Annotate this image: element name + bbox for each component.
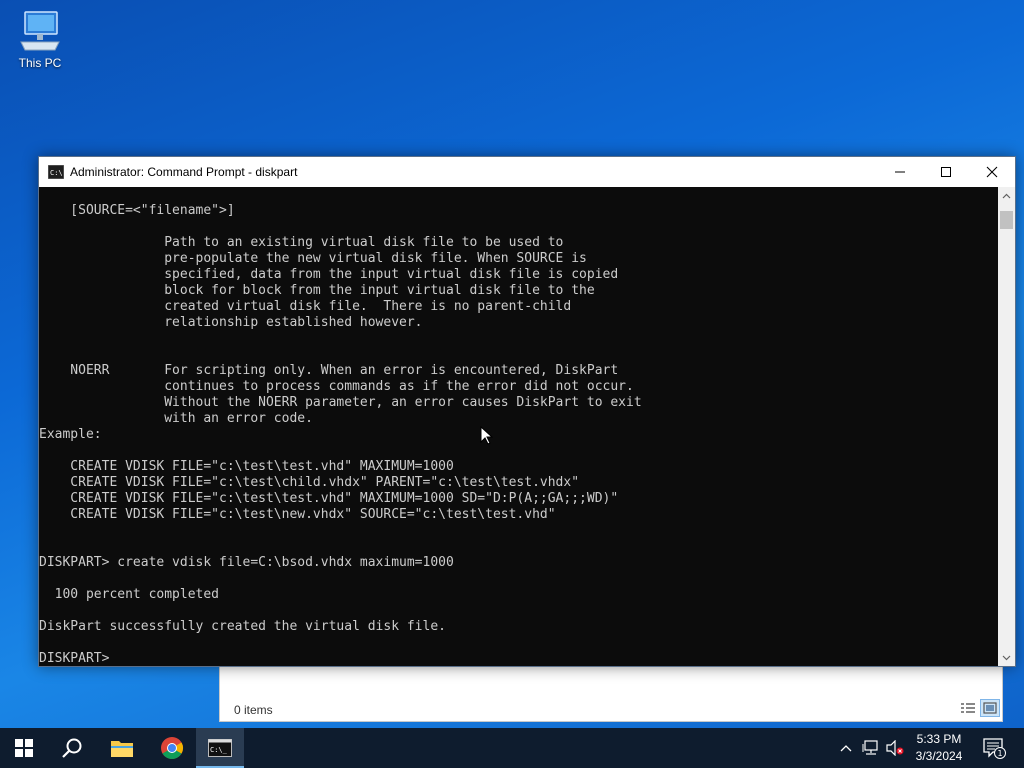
- clock-date: 3/3/2024: [915, 749, 963, 763]
- clock-time: 5:33 PM: [916, 732, 962, 746]
- desktop-icon-this-pc[interactable]: This PC: [12, 8, 68, 70]
- close-button[interactable]: [969, 157, 1015, 187]
- taskbar-chrome[interactable]: [148, 728, 196, 768]
- file-explorer-window[interactable]: 0 items: [219, 660, 1003, 722]
- computer-icon: [20, 11, 60, 51]
- command-prompt-icon: C:\: [48, 165, 64, 179]
- console-line: Path to an existing virtual disk file to…: [39, 235, 564, 250]
- console-line: [SOURCE=<"filename">]: [39, 203, 235, 218]
- console-line: with an error code.: [39, 411, 313, 426]
- action-center-button[interactable]: 1: [978, 728, 1010, 768]
- console-line: CREATE VDISK FILE="c:\test\new.vhdx" SOU…: [39, 507, 556, 522]
- taskbar: C:\_ 5:33 PM 3/3/2024 1: [0, 728, 1024, 768]
- window-title: Administrator: Command Prompt - diskpart: [70, 165, 298, 179]
- volume-muted-icon: [886, 740, 904, 756]
- search-button[interactable]: [48, 728, 96, 768]
- vertical-scrollbar[interactable]: [998, 187, 1015, 666]
- show-hidden-icons-button[interactable]: [836, 728, 856, 768]
- console-line: continues to process commands as if the …: [39, 379, 634, 394]
- command-prompt-icon: C:\_: [208, 739, 232, 757]
- taskbar-clock[interactable]: 5:33 PM 3/3/2024: [904, 731, 974, 765]
- network-icon: [862, 740, 878, 755]
- console-line: block for block from the input virtual d…: [39, 283, 595, 298]
- maximize-icon: [941, 167, 951, 177]
- console-line: CREATE VDISK FILE="c:\test\child.vhdx" P…: [39, 475, 580, 490]
- console-line: Without the NOERR parameter, an error ca…: [39, 395, 642, 410]
- file-explorer-icon: [111, 741, 133, 757]
- chevron-up-icon: [840, 745, 852, 752]
- console-line: specified, data from the input virtual d…: [39, 267, 619, 282]
- taskbar-file-explorer[interactable]: [98, 728, 146, 768]
- svg-text:C:\_: C:\_: [210, 746, 228, 754]
- svg-text:C:\: C:\: [50, 169, 63, 177]
- scrollbar-thumb[interactable]: [1000, 211, 1013, 229]
- start-icon: [15, 739, 33, 757]
- console-line: pre-populate the new virtual disk file. …: [39, 251, 587, 266]
- command-prompt-window[interactable]: C:\ Administrator: Command Prompt - disk…: [38, 156, 1016, 667]
- chrome-icon: [161, 737, 183, 759]
- console-line: DISKPART>: [39, 651, 118, 666]
- large-icons-view-icon: [983, 702, 997, 714]
- chevron-down-icon: [1002, 655, 1011, 660]
- scroll-up-button[interactable]: [998, 187, 1015, 204]
- window-titlebar[interactable]: C:\ Administrator: Command Prompt - disk…: [39, 157, 1015, 187]
- minimize-button[interactable]: [877, 157, 923, 187]
- console-line: CREATE VDISK FILE="c:\test\test.vhd" MAX…: [39, 491, 619, 506]
- volume-button[interactable]: [884, 728, 906, 768]
- minimize-icon: [895, 171, 905, 173]
- console-line: created virtual disk file. There is no p…: [39, 299, 572, 314]
- console-line: NOERR For scripting only. When an error …: [39, 363, 619, 378]
- console-line: Example:: [39, 427, 102, 442]
- console-output[interactable]: [SOURCE=<"filename">] Path to an existin…: [39, 187, 998, 666]
- scroll-down-button[interactable]: [998, 649, 1015, 666]
- details-view-icon: [961, 703, 975, 713]
- taskbar-command-prompt[interactable]: C:\_: [196, 728, 244, 768]
- start-button[interactable]: [0, 728, 48, 768]
- search-icon: [62, 738, 82, 758]
- notification-icon: 1: [983, 738, 1006, 759]
- console-line: DiskPart successfully created the virtua…: [39, 619, 446, 634]
- large-icons-view-button[interactable]: [980, 699, 1000, 717]
- mouse-cursor-icon: [480, 426, 494, 445]
- maximize-button[interactable]: [923, 157, 969, 187]
- explorer-status-text: 0 items: [234, 703, 273, 717]
- notification-count: 1: [997, 749, 1002, 758]
- chevron-up-icon: [1002, 193, 1011, 198]
- console-line: 100 percent completed: [39, 587, 220, 602]
- console-line: CREATE VDISK FILE="c:\test\test.vhd" MAX…: [39, 459, 454, 474]
- details-view-button[interactable]: [958, 699, 978, 717]
- console-line: DISKPART> create vdisk file=C:\bsod.vhdx…: [39, 555, 454, 570]
- desktop-icon-label: This PC: [18, 56, 62, 70]
- console-line: relationship established however.: [39, 315, 423, 330]
- network-status-button[interactable]: [860, 728, 882, 768]
- close-icon: [986, 166, 998, 178]
